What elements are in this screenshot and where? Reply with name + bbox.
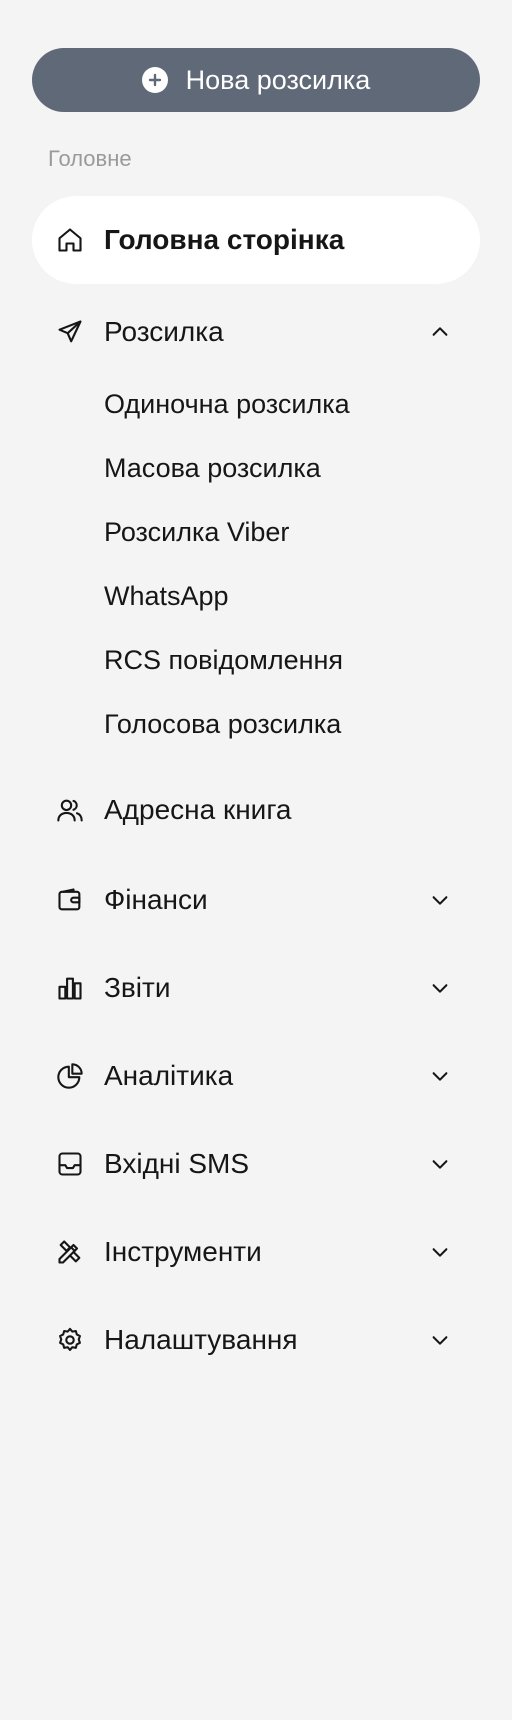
home-icon	[56, 226, 84, 254]
sidebar-item-reports[interactable]: Звіти	[32, 958, 480, 1018]
pie-chart-icon	[56, 1062, 84, 1090]
sub-item-whatsapp[interactable]: WhatsApp	[104, 576, 229, 616]
sidebar-item-label: Налаштування	[104, 1324, 298, 1355]
chevron-down-icon[interactable]	[428, 888, 452, 912]
new-mailing-button[interactable]: Нова розсилка	[32, 48, 480, 112]
sub-item-voice[interactable]: Голосова розсилка	[104, 704, 341, 744]
sidebar-item-label: Головна сторінка	[104, 224, 345, 255]
sidebar-item-label: Вхідні SMS	[104, 1148, 250, 1179]
sidebar-item-label: Інструменти	[104, 1236, 262, 1267]
sub-item-rcs[interactable]: RCS повідомлення	[104, 640, 343, 680]
users-icon	[56, 796, 84, 824]
send-icon	[56, 318, 84, 346]
sub-item-mass-mailing[interactable]: Масова розсилка	[104, 448, 321, 488]
sidebar-item-mailing[interactable]: Розсилка	[32, 302, 480, 362]
wallet-icon	[56, 886, 84, 914]
sidebar-item-label: Адресна книга	[104, 794, 292, 825]
tools-icon	[56, 1238, 84, 1266]
sidebar-item-label: Аналітика	[104, 1060, 234, 1091]
sidebar-item-finance[interactable]: Фінанси	[32, 870, 480, 930]
sidebar-item-home[interactable]: Головна сторінка	[32, 196, 480, 284]
sidebar-item-label: Фінанси	[104, 884, 208, 915]
sidebar-item-settings[interactable]: Налаштування	[32, 1310, 480, 1370]
chevron-down-icon[interactable]	[428, 976, 452, 1000]
sub-item-viber[interactable]: Розсилка Viber	[104, 512, 289, 552]
sidebar-item-analytics[interactable]: Аналітика	[32, 1046, 480, 1106]
section-label: Головне	[48, 146, 132, 171]
chevron-down-icon[interactable]	[428, 1240, 452, 1264]
chevron-down-icon[interactable]	[428, 1064, 452, 1088]
gear-icon	[56, 1326, 84, 1354]
sidebar-item-inbox-sms[interactable]: Вхідні SMS	[32, 1134, 480, 1194]
plus-circle-icon	[141, 67, 168, 93]
sub-item-single-mailing[interactable]: Одиночна розсилка	[104, 384, 350, 424]
sidebar-item-address-book[interactable]: Адресна книга	[32, 780, 480, 840]
sidebar-item-tools[interactable]: Інструменти	[32, 1222, 480, 1282]
chevron-down-icon[interactable]	[428, 1328, 452, 1352]
inbox-icon	[56, 1150, 84, 1178]
new-mailing-label: Нова розсилка	[185, 64, 371, 95]
sidebar: Нова розсилка Головне Головна сторінка Р…	[0, 0, 512, 1720]
sidebar-item-label: Розсилка	[104, 316, 224, 347]
chevron-down-icon[interactable]	[428, 1152, 452, 1176]
chevron-up-icon[interactable]	[428, 320, 452, 344]
sidebar-item-label: Звіти	[104, 972, 171, 1003]
bar-chart-icon	[56, 974, 84, 1002]
